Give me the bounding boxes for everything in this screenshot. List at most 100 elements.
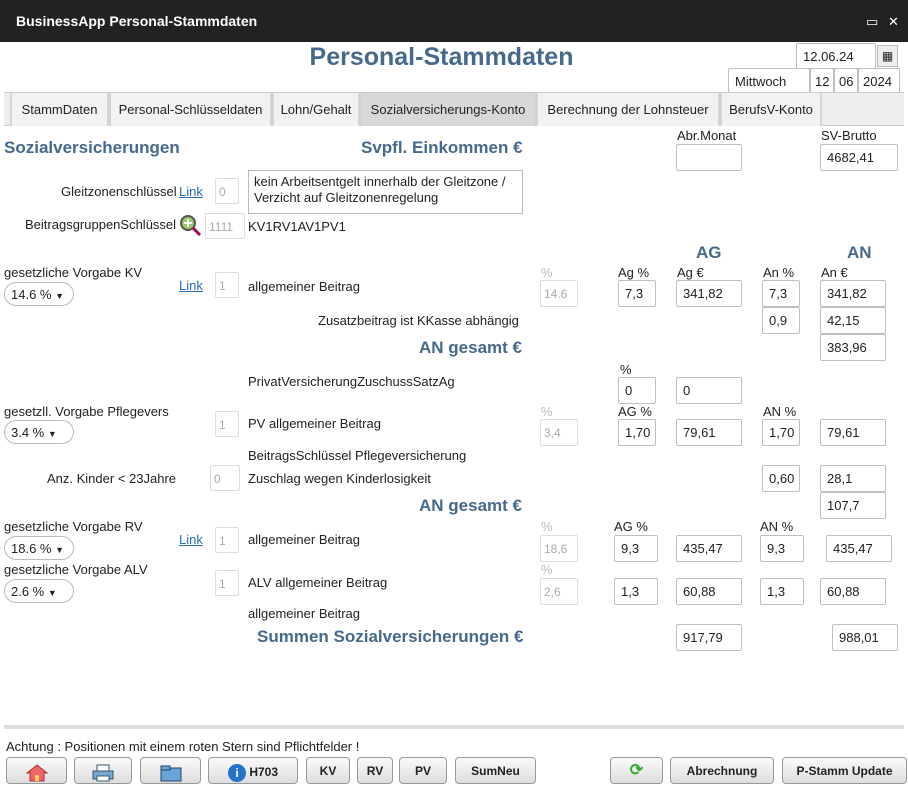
sv-brutto-input[interactable]: 4682,41 (820, 144, 898, 171)
pstamm-update-button[interactable]: P-Stamm Update (782, 757, 907, 784)
kinder-input[interactable]: 0 (210, 465, 240, 491)
pv-button[interactable]: PV (399, 757, 447, 784)
beitragsgruppe-input[interactable]: 1111 (205, 213, 245, 239)
privat-eur-input[interactable]: 0 (676, 377, 742, 404)
kv-desc: allgemeiner Beitrag (248, 279, 361, 294)
printer-icon (92, 764, 114, 782)
rv-button[interactable]: RV (357, 757, 393, 784)
pv-label: gesetzll. Vorgabe Pflegevers (4, 404, 169, 419)
an-header: AN (847, 243, 872, 262)
zusatz-eur-input[interactable]: 42,15 (820, 307, 886, 334)
kv-ageur-input[interactable]: 341,82 (676, 280, 742, 307)
pv-pct-input: 3,4 (540, 419, 578, 446)
abr-monat-input[interactable] (676, 144, 742, 171)
tab-berufsv-konto[interactable]: BerufsV-Konto (720, 93, 822, 126)
rv-aneur-input[interactable]: 435,47 (826, 535, 892, 562)
kv-button[interactable]: KV (306, 757, 350, 784)
refresh-icon: ⟳ (629, 762, 644, 779)
kv-pct-label: % (541, 265, 553, 280)
zuschlag-label: Zuschlag wegen Kinderlosigkeit (248, 471, 431, 486)
folder-button[interactable] (140, 757, 201, 784)
pv-num-input[interactable]: 1 (215, 411, 239, 437)
an-gesamt-kv-input: 383,96 (820, 334, 886, 361)
alv-select-value: 2.6 % (11, 584, 45, 599)
kinder-label: Anz. Kinder < 23Jahre (47, 471, 176, 486)
weekday-field: Mittwoch (728, 68, 810, 93)
close-icon[interactable]: ✕ (888, 14, 899, 30)
kv-aneur-label: An € (821, 265, 848, 280)
alv-select[interactable]: 2.6 % ▼ (4, 579, 74, 603)
home-button[interactable] (6, 757, 67, 784)
info-icon: i (227, 764, 246, 782)
kv-link[interactable]: Link (179, 278, 203, 293)
rv-pct-input: 18,6 (540, 535, 578, 562)
notice-text: Achtung : Positionen mit einem roten Ste… (6, 739, 360, 754)
rv-ageur-input[interactable]: 435,47 (676, 535, 742, 562)
kv-select-value: 14.6 % (11, 287, 52, 302)
alv-desc2: allgemeiner Beitrag (248, 606, 361, 621)
abrechnung-button[interactable]: Abrechnung (670, 757, 774, 784)
kv-anpct-label: An % (763, 265, 795, 280)
rv-agpct-label: AG % (614, 519, 648, 534)
home-icon (25, 764, 48, 782)
pv-desc: PV allgemeiner Beitrag (248, 416, 381, 431)
rv-link[interactable]: Link (179, 532, 203, 547)
sumneu-button[interactable]: SumNeu (455, 757, 536, 784)
privat-label: PrivatVersicherungZuschussSatzAg (248, 374, 455, 389)
tab-personal-schluesseldaten[interactable]: Personal-Schlüsseldaten (109, 93, 272, 126)
gleitzone-label: Gleitzonenschlüssel (61, 184, 177, 199)
gleitzone-input[interactable]: 0 (215, 178, 239, 204)
zusatz-pct-input[interactable]: 0,9 (762, 307, 800, 334)
horizontal-scrollbar[interactable] (4, 725, 904, 729)
search-add-icon[interactable] (178, 213, 202, 237)
alv-ageur-input[interactable]: 60,88 (676, 578, 742, 605)
title-bar: BusinessApp Personal-Stammdaten ▭ ✕ (0, 0, 908, 42)
window-title: BusinessApp Personal-Stammdaten (16, 13, 258, 29)
alv-num-input[interactable]: 1 (215, 570, 239, 596)
section-sozialversicherungen: Sozialversicherungen (4, 138, 180, 157)
calendar-icon[interactable]: ▦ (877, 45, 898, 67)
an-gesamt-pv-input: 107,7 (820, 492, 886, 519)
privat-pct-input[interactable]: 0 (618, 377, 656, 404)
kv-agpct-input[interactable]: 7,3 (618, 280, 656, 307)
print-button[interactable] (74, 757, 132, 784)
pv-aneur-input[interactable]: 79,61 (820, 419, 886, 446)
kv-num-input[interactable]: 1 (215, 272, 239, 298)
tab-sozialversicherungs-konto[interactable]: Sozialversicherungs-Konto (360, 93, 536, 126)
pv-select[interactable]: 3.4 % ▼ (4, 420, 74, 444)
date-field[interactable]: 12.06.24 (796, 43, 876, 69)
pv-agpct-label: AG % (618, 404, 652, 419)
kv-aneur-input[interactable]: 341,82 (820, 280, 886, 307)
gleitzone-link[interactable]: Link (179, 184, 203, 199)
beitragsgruppe-code: KV1RV1AV1PV1 (248, 219, 346, 234)
alv-pct-label: % (541, 562, 553, 577)
an-gesamt-pv-label: AN gesamt € (419, 496, 522, 515)
zuschlag-eur-input[interactable]: 28,1 (820, 465, 886, 492)
pv-ageur-input[interactable]: 79,61 (676, 419, 742, 446)
info-h703-button[interactable]: i H703 (208, 757, 298, 784)
folder-icon (160, 765, 181, 782)
zuschlag-pct-input[interactable]: 0,60 (762, 465, 800, 492)
refresh-button[interactable]: ⟳ (610, 757, 663, 784)
rv-pct-label: % (541, 519, 553, 534)
tab-stammdaten[interactable]: StammDaten (10, 93, 109, 126)
alv-anpct-input[interactable]: 1,3 (760, 578, 804, 605)
tab-lohn-gehalt[interactable]: Lohn/Gehalt (272, 93, 360, 126)
rv-select[interactable]: 18.6 % ▼ (4, 536, 74, 560)
rv-anpct-input[interactable]: 9,3 (760, 535, 804, 562)
rv-num-input[interactable]: 1 (215, 527, 239, 553)
kv-anpct-input[interactable]: 7,3 (762, 280, 800, 307)
an-gesamt-kv-label: AN gesamt € (419, 338, 522, 357)
alv-agpct-input[interactable]: 1,3 (614, 578, 658, 605)
kv-agpct-label: Ag % (618, 265, 650, 280)
pv-agpct-input[interactable]: 1,70 (618, 419, 656, 446)
rv-select-value: 18.6 % (11, 541, 52, 556)
kv-select[interactable]: 14.6 % ▼ (4, 282, 74, 306)
privat-pct-label: % (620, 362, 632, 377)
alv-aneur-input[interactable]: 60,88 (820, 578, 886, 605)
summen-label: Summen Sozialversicherungen € (257, 627, 524, 646)
restore-icon[interactable]: ▭ (866, 14, 878, 30)
tab-lohnsteuer[interactable]: Berechnung der Lohnsteuer (536, 93, 720, 126)
pv-anpct-input[interactable]: 1,70 (762, 419, 800, 446)
rv-agpct-input[interactable]: 9,3 (614, 535, 658, 562)
